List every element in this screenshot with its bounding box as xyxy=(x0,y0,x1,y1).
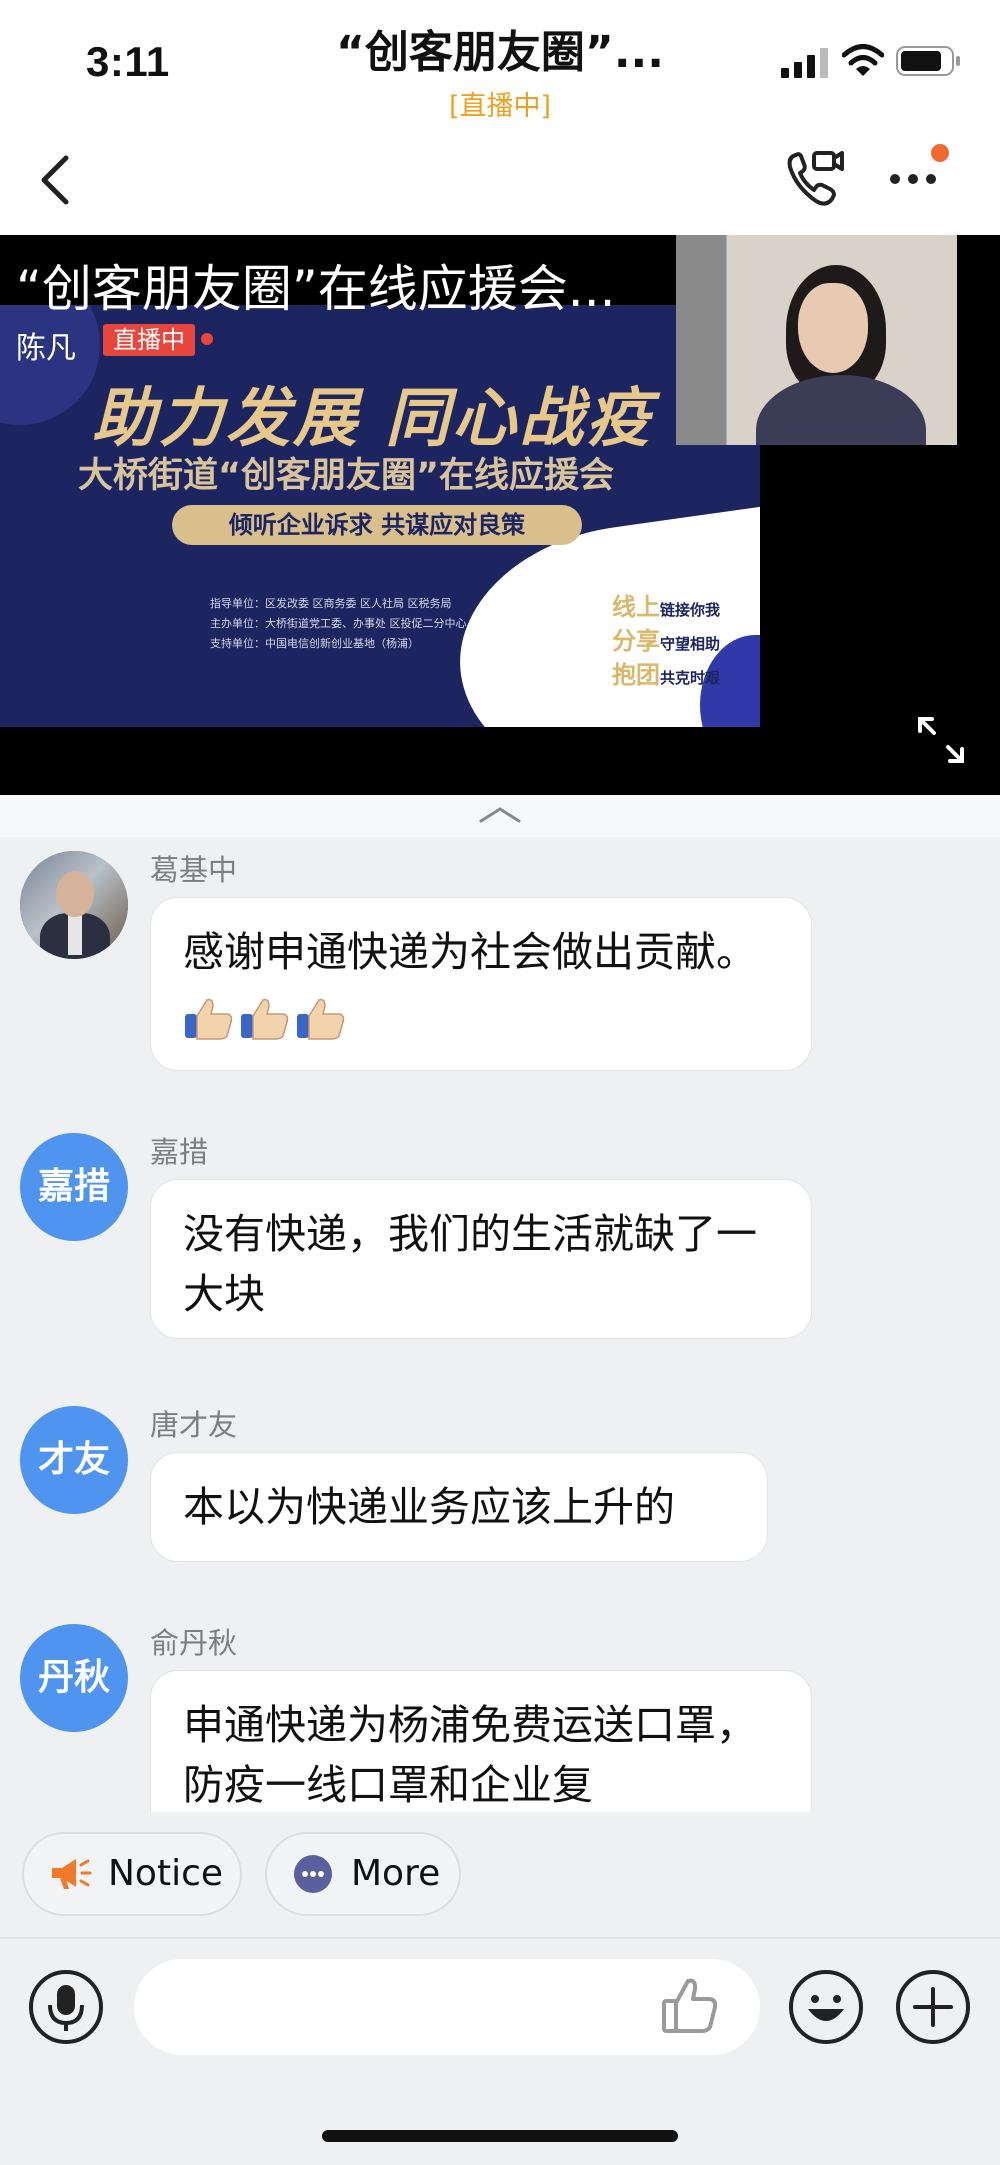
notice-button[interactable]: Notice xyxy=(22,1832,242,1916)
poster-slogan-small: 共克时艰 xyxy=(660,669,721,687)
avatar-head xyxy=(56,871,94,917)
back-arrow-icon[interactable] xyxy=(36,150,76,210)
live-video-player[interactable]: 助力发展 同心战疫 大桥街道“创客朋友圈”在线应援会 倾听企业诉求 共谋应对良策… xyxy=(0,235,1000,795)
more-label: More xyxy=(351,1853,441,1894)
message-text: 感谢申通快递为社会做出贡献。 xyxy=(183,928,757,976)
megaphone-icon xyxy=(52,1859,92,1889)
plus-icon[interactable] xyxy=(895,1969,971,2045)
thumbs-up-emojis xyxy=(183,985,351,1045)
nav-bar xyxy=(0,125,1000,235)
avatar-shirt xyxy=(68,915,82,955)
poster-slogan-small: 守望相助 xyxy=(660,635,721,653)
signal-icon xyxy=(781,48,828,78)
status-bar: 3:11 “创客朋友圈”... [直播中] xyxy=(0,0,1000,125)
emoji-icon[interactable] xyxy=(788,1969,864,2045)
message-text: 本以为快递业务应该上升的 xyxy=(183,1483,675,1531)
message-text: 没有快递，我们的生活就缺了一大块 xyxy=(183,1210,757,1318)
thumbs-up-icon xyxy=(183,996,235,1040)
battery-icon xyxy=(896,46,960,76)
poster-slogan: 抱团共克时艰 xyxy=(612,655,720,690)
poster-support-units: 支持单位：中国电信创新创业基地（杨浦） xyxy=(210,637,419,650)
avatar[interactable] xyxy=(20,851,128,959)
avatar[interactable]: 丹秋 xyxy=(20,1624,128,1732)
avatar[interactable]: 嘉措 xyxy=(20,1133,128,1241)
sender-name: 葛基中 xyxy=(150,853,238,887)
more-options-icon[interactable] xyxy=(885,143,957,203)
poster-slogan: 线上链接你我 xyxy=(612,587,720,622)
message-bubble[interactable]: 申通快递为杨浦免费运送口罩，防疫一线口罩和企业复 xyxy=(150,1670,812,1812)
poster-guide-units: 指导单位：区发改委 区商务委 区人社局 区税务局 xyxy=(210,597,452,610)
poster-slogan-big: 分享 xyxy=(612,627,660,655)
sender-name: 嘉措 xyxy=(150,1135,209,1169)
more-circle-icon xyxy=(294,1855,332,1893)
quick-actions-bar: Notice More xyxy=(0,1812,1000,1937)
poster-slogan: 分享守望相助 xyxy=(612,621,720,656)
microphone-icon[interactable] xyxy=(28,1969,104,2045)
event-poster: 助力发展 同心战疫 大桥街道“创客朋友圈”在线应援会 倾听企业诉求 共谋应对良策… xyxy=(0,305,760,727)
chevron-up-icon xyxy=(479,807,521,823)
live-dot xyxy=(201,333,213,345)
live-badge: 直播中 xyxy=(103,324,195,356)
thumbs-up-icon xyxy=(295,996,347,1040)
fullscreen-icon[interactable] xyxy=(916,715,966,765)
message-bubble[interactable]: 感谢申通快递为社会做出贡献。 xyxy=(150,897,812,1071)
poster-host-units: 主办单位：大桥街道党工委、办事处 区投促二分中心 xyxy=(210,617,467,630)
message-input[interactable] xyxy=(134,1959,760,2055)
collapse-handle[interactable] xyxy=(0,795,1000,837)
thumbs-up-icon xyxy=(239,996,291,1040)
message-text: 申通快递为杨浦免费运送口罩，防疫一线口罩和企业复 xyxy=(183,1701,757,1809)
poster-pill: 倾听企业诉求 共谋应对良策 xyxy=(172,505,582,545)
message-bubble[interactable]: 没有快递，我们的生活就缺了一大块 xyxy=(150,1179,812,1339)
message-bubble[interactable]: 本以为快递业务应该上升的 xyxy=(150,1452,768,1562)
like-icon[interactable] xyxy=(658,1973,722,2037)
chat-message-list[interactable]: 葛基中 感谢申通快递为社会做出贡献。 嘉措 嘉措 没有快递，我们的生活就缺了一大… xyxy=(0,837,1000,1812)
presenter-face xyxy=(798,283,868,373)
poster-subheadline: 大桥街道“创客朋友圈”在线应援会 xyxy=(78,456,615,496)
more-button[interactable]: More xyxy=(265,1832,461,1916)
avatar[interactable]: 才友 xyxy=(20,1406,128,1514)
sender-name: 俞丹秋 xyxy=(150,1626,238,1660)
wifi-icon xyxy=(842,44,884,76)
poster-slogan-big: 抱团 xyxy=(612,661,660,689)
host-name: 陈凡 xyxy=(16,331,76,366)
video-title: “创客朋友圈”在线应援会... xyxy=(16,260,616,318)
notice-label: Notice xyxy=(108,1853,224,1894)
live-status-label: [直播中] xyxy=(448,91,552,122)
poster-slogan-big: 线上 xyxy=(612,593,660,621)
poster-headline: 助力发展 同心战疫 xyxy=(92,381,654,456)
video-call-icon[interactable] xyxy=(782,145,848,211)
sender-name: 唐才友 xyxy=(150,1408,238,1442)
presenter-camera[interactable] xyxy=(676,235,957,445)
home-indicator[interactable] xyxy=(322,2130,678,2142)
poster-slogan-small: 链接你我 xyxy=(660,601,721,619)
